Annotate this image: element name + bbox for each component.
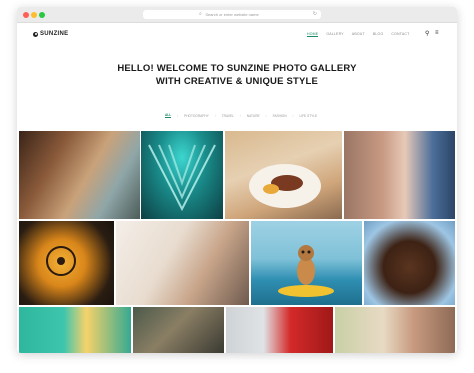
- close-window-button[interactable]: [23, 12, 29, 18]
- filter-separator: /: [265, 113, 267, 118]
- gallery-photo-vinyl[interactable]: [19, 221, 114, 305]
- nav-contact[interactable]: CONTACT: [391, 32, 409, 37]
- gallery-photo-dog[interactable]: [251, 221, 362, 305]
- reload-icon[interactable]: ↻: [313, 10, 317, 19]
- minimize-window-button[interactable]: [31, 12, 37, 18]
- gallery-photo-interior[interactable]: [19, 131, 140, 219]
- site-header: SUNZINE HOME GALLERY ABOUT BLOG CONTACT …: [17, 23, 457, 45]
- gallery-filters: ALL / PHOTOGRAPHY / TRAVEL / NATURE / FA…: [165, 113, 317, 118]
- hero-line-1: HELLO! WELCOME TO SUNZINE PHOTO GALLERY: [117, 63, 357, 74]
- nav-home[interactable]: HOME: [307, 32, 319, 37]
- gallery-photo-tattoo[interactable]: [133, 307, 224, 353]
- search-icon[interactable]: ⚲: [425, 30, 429, 37]
- address-bar[interactable]: ⌕ Search or enter website name ↻: [143, 10, 321, 19]
- gallery-photo-portrait[interactable]: [344, 131, 455, 219]
- record-graphic: [46, 246, 76, 276]
- menu-icon[interactable]: ≡: [435, 30, 439, 36]
- filter-nature[interactable]: NATURE: [247, 114, 260, 118]
- nav-about[interactable]: ABOUT: [352, 32, 365, 37]
- filter-separator: /: [292, 113, 294, 118]
- food-plate-graphic: [249, 164, 321, 208]
- browser-toolbar: ⌕ Search or enter website name ↻: [17, 7, 457, 23]
- photo-gallery: [17, 131, 457, 353]
- site-logo[interactable]: SUNZINE: [33, 31, 68, 37]
- filter-separator: /: [239, 113, 241, 118]
- gallery-photo-teal-light[interactable]: [141, 131, 223, 219]
- gallery-photo-banana[interactable]: [19, 307, 131, 353]
- filter-photography[interactable]: PHOTOGRAPHY: [184, 114, 209, 118]
- address-bar-placeholder: Search or enter website name: [205, 12, 259, 17]
- light-stripes-graphic: [148, 144, 216, 212]
- browser-window: ⌕ Search or enter website name ↻ SUNZINE…: [17, 7, 457, 353]
- maximize-window-button[interactable]: [39, 12, 45, 18]
- filter-travel[interactable]: TRAVEL: [222, 114, 234, 118]
- hero-heading: HELLO! WELCOME TO SUNZINE PHOTO GALLERY …: [17, 62, 457, 88]
- nav-gallery[interactable]: GALLERY: [326, 32, 343, 37]
- nav-blog[interactable]: BLOG: [373, 32, 384, 37]
- main-nav: HOME GALLERY ABOUT BLOG CONTACT: [307, 32, 409, 37]
- logo-text: SUNZINE: [40, 31, 69, 37]
- gallery-photo-red-car[interactable]: [226, 307, 333, 353]
- hero-line-2: WITH CREATIVE & UNIQUE STYLE: [155, 76, 319, 87]
- filter-separator: /: [177, 113, 179, 118]
- gallery-photo-coffee[interactable]: [364, 221, 455, 305]
- gallery-photo-hands-ring[interactable]: [116, 221, 249, 305]
- filter-fashion[interactable]: FASHION: [273, 114, 287, 118]
- dog-surfboard-graphic: [278, 245, 334, 297]
- filter-all[interactable]: ALL: [165, 113, 172, 118]
- filter-separator: /: [214, 113, 216, 118]
- gallery-photo-holding-hands[interactable]: [335, 307, 455, 353]
- search-icon: ⌕: [199, 11, 202, 17]
- gallery-photo-food[interactable]: [225, 131, 342, 219]
- logo-icon: [33, 31, 38, 37]
- filter-life-style[interactable]: LIFE STYLE: [299, 114, 317, 118]
